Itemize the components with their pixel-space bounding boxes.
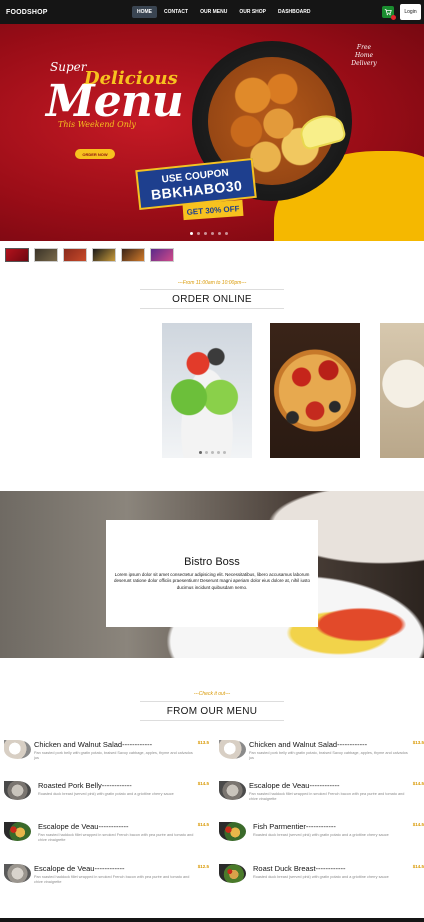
- bistro-card: Bistro Boss Lorem ipsum dolor sit amet c…: [106, 520, 318, 627]
- menu-item[interactable]: Roasted Pork Belly------------ $14.5 Roa…: [4, 781, 209, 813]
- nav-link-dashboard[interactable]: DASHBOARD: [273, 6, 316, 18]
- divider: [140, 289, 284, 290]
- hero-thumbnails: [5, 248, 174, 262]
- menu-item-price: $14.5: [412, 781, 424, 786]
- divider: [140, 701, 284, 702]
- menu-item-name: Escalope de Veau------------: [34, 864, 125, 873]
- menu-item-name: Chicken and Walnut Salad------------: [249, 740, 368, 749]
- carousel-dot[interactable]: [218, 232, 221, 235]
- bistro-section: Bistro Boss Lorem ipsum dolor sit amet c…: [0, 491, 424, 658]
- menu-item-image: [219, 781, 246, 800]
- hero-super-text: Super: [50, 60, 87, 74]
- menu-item-price: $13.5: [197, 740, 209, 745]
- menu-item-description: Pan roasted haddock fillet wrapped in sm…: [249, 792, 405, 801]
- carousel-dot[interactable]: [190, 232, 193, 235]
- cart-count-badge: [391, 15, 396, 20]
- divider: [140, 720, 284, 721]
- menu-item[interactable]: Escalope de Veau------------ $14.5 Pan r…: [4, 822, 209, 854]
- menu-item-name: Roast Duck Breast------------: [253, 864, 346, 873]
- menu-item-price: $14.5: [412, 864, 424, 869]
- cart-button[interactable]: [382, 6, 396, 20]
- menu-item-name: Chicken and Walnut Salad------------: [34, 740, 153, 749]
- bistro-description: Lorem ipsum dolor sit amet consectetur a…: [113, 571, 311, 590]
- nav-link-our-menu[interactable]: OUR MENU: [195, 6, 232, 18]
- order-online-title: ORDER ONLINE: [172, 294, 252, 305]
- brand-logo[interactable]: FOODSHOP: [6, 9, 48, 16]
- menu-item[interactable]: Escalope de Veau------------ $12.5 Pan r…: [4, 864, 209, 896]
- carousel-dot[interactable]: [225, 232, 228, 235]
- menu-item[interactable]: Chicken and Walnut Salad------------ $13…: [219, 740, 424, 772]
- carousel-dot[interactable]: [197, 232, 200, 235]
- thumbnail[interactable]: [34, 248, 58, 262]
- bistro-title: Bistro Boss: [184, 555, 240, 568]
- menu-item-description: Roasted duck breast (served pink) with g…: [38, 792, 174, 796]
- menu-item-description: Roasted duck breast (served pink) with g…: [253, 833, 389, 837]
- thumbnail[interactable]: [121, 248, 145, 262]
- menu-item-description: Pan roasted haddock fillet wrapped in sm…: [34, 875, 190, 884]
- divider: [140, 308, 284, 309]
- menu-item-description: Pan roasted pork belly with gratin potat…: [34, 751, 193, 760]
- footer-bar: [0, 918, 424, 922]
- nav-link-contact[interactable]: CONTACT: [159, 6, 193, 18]
- our-menu-title: FROM OUR MENU: [166, 706, 258, 717]
- menu-item-name: Escalope de Veau------------: [38, 822, 129, 831]
- hero-weekend-text: This Weekend Only: [58, 120, 136, 129]
- menu-item[interactable]: Roast Duck Breast------------ $14.5 Roas…: [219, 864, 424, 896]
- menu-item-price: $14.5: [197, 822, 209, 827]
- menu-item-image: [4, 740, 31, 759]
- carousel-dot[interactable]: [223, 451, 226, 454]
- carousel-dot[interactable]: [217, 451, 220, 454]
- carousel-dot[interactable]: [211, 232, 214, 235]
- thumbnail[interactable]: [5, 248, 29, 262]
- carousel-dot[interactable]: [199, 451, 202, 454]
- menu-item-image: [4, 864, 31, 883]
- our-menu-subtitle: ---Check it out---: [193, 691, 231, 697]
- category-carousel-dots: [199, 451, 226, 454]
- menu-item-price: $12.5: [197, 864, 209, 869]
- menu-item-description: Roasted duck breast (served pink) with g…: [253, 875, 389, 879]
- menu-item-image: [219, 822, 246, 841]
- navbar: FOODSHOP HOME CONTACT OUR MENU OUR SHOP …: [0, 0, 424, 24]
- menu-item[interactable]: Fish Parmentier------------ $14.5 Roaste…: [219, 822, 424, 854]
- order-online-subtitle: ---From 11:00am to 10:00pm---: [177, 280, 247, 286]
- nav-links: HOME CONTACT OUR MENU OUR SHOP DASHBOARD: [132, 6, 315, 18]
- hero-banner[interactable]: Super Delicious Menu This Weekend Only O…: [0, 24, 424, 241]
- menu-item-image: [219, 740, 246, 759]
- menu-item-name: Escalope de Veau------------: [249, 781, 340, 790]
- carousel-dot[interactable]: [204, 232, 207, 235]
- menu-item-name: Roasted Pork Belly------------: [38, 781, 132, 790]
- menu-item-image: [4, 781, 31, 800]
- menu-item-image: [219, 864, 246, 883]
- menu-item-price: $13.5: [412, 740, 424, 745]
- login-button[interactable]: Login: [400, 4, 421, 20]
- menu-item-description: Pan roasted pork belly with gratin potat…: [249, 751, 408, 760]
- menu-item[interactable]: Chicken and Walnut Salad------------ $13…: [4, 740, 209, 772]
- hero-carousel-dots: [190, 232, 228, 235]
- thumbnail[interactable]: [150, 248, 174, 262]
- category-card-soup[interactable]: [380, 323, 424, 458]
- category-card-pizza[interactable]: [270, 323, 360, 458]
- carousel-dot[interactable]: [211, 451, 214, 454]
- menu-item-price: $14.5: [197, 781, 209, 786]
- menu-item-price: $14.5: [412, 822, 424, 827]
- nav-link-home[interactable]: HOME: [132, 6, 157, 18]
- thumbnail[interactable]: [63, 248, 87, 262]
- hero-discount-badge: GET 30% OFF: [182, 199, 244, 221]
- hero-order-now-button[interactable]: ORDER NOW: [75, 149, 115, 159]
- menu-item-description: Pan roasted haddock fillet wrapped in sm…: [38, 833, 194, 842]
- category-card-salad[interactable]: [162, 323, 252, 458]
- nav-link-our-shop[interactable]: OUR SHOP: [234, 6, 271, 18]
- thumbnail[interactable]: [92, 248, 116, 262]
- hero-free-delivery-text: Free Home Delivery: [351, 44, 377, 67]
- menu-item-image: [4, 822, 31, 841]
- menu-item[interactable]: Escalope de Veau------------ $14.5 Pan r…: [219, 781, 424, 813]
- carousel-dot[interactable]: [205, 451, 208, 454]
- menu-item-name: Fish Parmentier------------: [253, 822, 336, 831]
